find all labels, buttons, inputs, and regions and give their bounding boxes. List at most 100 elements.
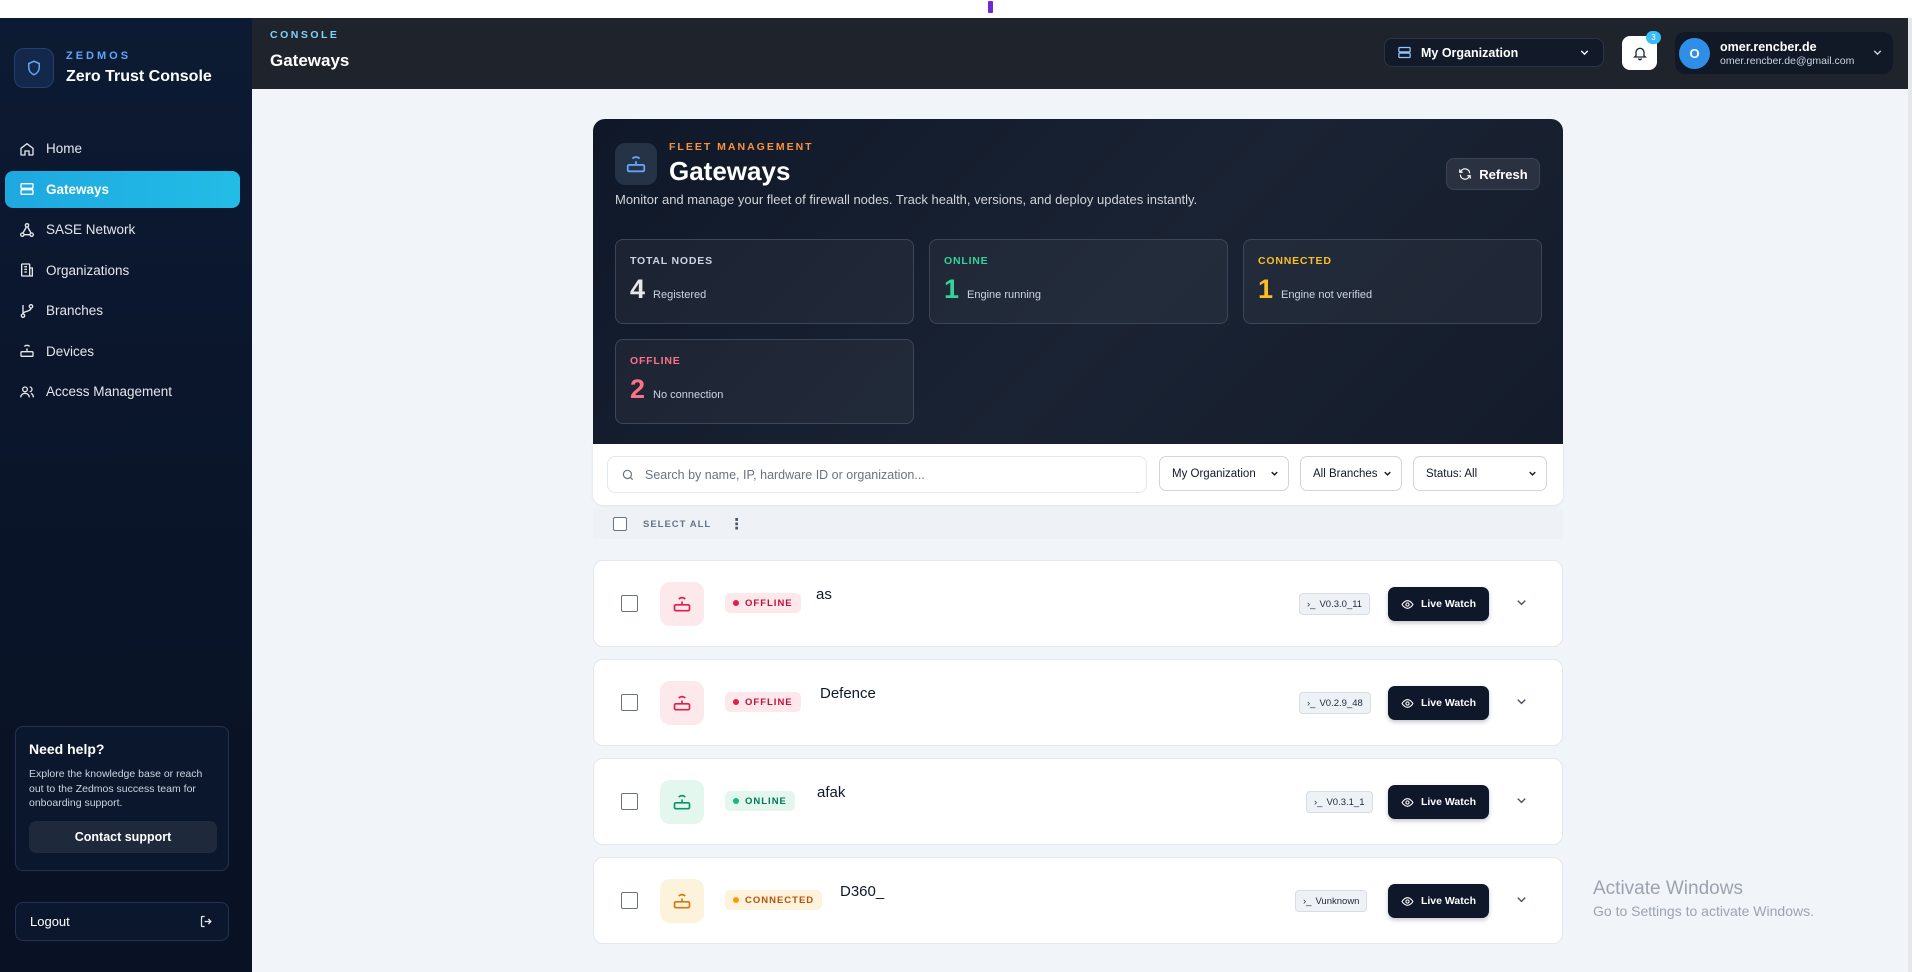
terminal-icon: ›_ [1314, 796, 1323, 808]
sidebar-item-label: Devices [46, 343, 95, 359]
chevron-down-icon[interactable] [1514, 892, 1529, 907]
git-branch-icon [20, 303, 34, 318]
stat-value: 1 [1258, 274, 1274, 304]
server-icon [20, 183, 34, 195]
select-all-checkbox[interactable] [613, 517, 627, 531]
gateway-row[interactable]: OFFLINE Defence ›_ V0.2.9_48 Live Watch [593, 659, 1563, 746]
notifications-button[interactable]: 3 [1622, 31, 1661, 70]
gateway-name[interactable]: Defence [820, 685, 876, 702]
router-icon [660, 780, 704, 824]
search-icon [622, 469, 634, 480]
sidebar-item-label: Access Management [46, 384, 173, 399]
terminal-icon: ›_ [1307, 697, 1316, 709]
logout-label: Logout [30, 914, 70, 929]
users-icon [20, 385, 34, 397]
organization-name: My Organization [1421, 45, 1519, 60]
chevron-down-icon [1580, 50, 1589, 56]
status-filter-value: Status: All [1426, 467, 1478, 480]
user-email: omer.rencber.de@gmail.com [1720, 54, 1855, 67]
bell-icon [1632, 47, 1647, 61]
row-checkbox[interactable] [621, 694, 638, 711]
search-box[interactable] [607, 456, 1147, 493]
live-watch-button[interactable]: Live Watch [1388, 686, 1489, 720]
sidebar-item-devices[interactable]: Devices [5, 333, 240, 370]
user-name: omer.rencber.de [1720, 39, 1817, 54]
brand[interactable]: ZEDMOS Zero Trust Console [14, 48, 212, 88]
shield-icon [14, 48, 54, 88]
live-watch-label: Live Watch [1420, 598, 1477, 610]
logout-button[interactable]: Logout [15, 902, 229, 941]
contact-support-button[interactable]: Contact support [29, 820, 217, 853]
sidebar-item-home[interactable]: Home [5, 130, 240, 167]
sidebar-item-access-management[interactable]: Access Management [5, 373, 240, 410]
branch-filter[interactable]: All Branches [1300, 456, 1402, 491]
eye-icon [1401, 797, 1414, 807]
stat-caption: Registered [653, 289, 707, 301]
live-watch-button[interactable]: Live Watch [1388, 587, 1489, 621]
sidebar-item-label: Gateways [46, 181, 110, 197]
row-checkbox[interactable] [621, 793, 638, 810]
router-icon [660, 681, 704, 725]
bulk-select-bar: SELECT ALL ⋮ [593, 509, 1563, 539]
top-header: CONSOLE Gateways My Organization 3 O ome… [252, 18, 1908, 89]
brand-title: Zero Trust Console [66, 68, 212, 85]
activate-windows-watermark: Activate Windows Go to Settings to activ… [1593, 878, 1814, 919]
chevron-down-icon[interactable] [1514, 694, 1529, 709]
terminal-icon: ›_ [1303, 895, 1312, 907]
user-menu[interactable]: O omer.rencber.de omer.rencber.de@gmail.… [1675, 32, 1893, 74]
sidebar-item-gateways[interactable]: Gateways [5, 170, 240, 208]
status-badge: CONNECTED [725, 890, 823, 910]
server-icon [1398, 46, 1411, 59]
version-label: V0.2.9_48 [1319, 697, 1363, 709]
live-watch-button[interactable]: Live Watch [1388, 785, 1489, 819]
gateway-row[interactable]: OFFLINE as ›_ V0.3.0_11 Live Watch [593, 560, 1563, 647]
more-vertical-icon[interactable]: ⋮ [729, 515, 744, 533]
stat-label: TOTAL NODES [630, 255, 713, 267]
help-title: Need help? [29, 741, 105, 757]
status-badge-label: CONNECTED [745, 894, 815, 906]
version-label: V0.3.1_1 [1326, 796, 1365, 808]
gateway-row[interactable]: CONNECTED D360_ ›_ Vunknown Live Watch [593, 857, 1563, 944]
chevron-down-icon [1384, 471, 1391, 476]
cursor-marker [988, 1, 993, 13]
chevron-down-icon [1271, 471, 1278, 476]
refresh-button[interactable]: Refresh [1446, 158, 1540, 190]
row-checkbox[interactable] [621, 595, 638, 612]
stat-card-online: ONLINE 1 Engine running [929, 239, 1228, 324]
sidebar-item-branches[interactable]: Branches [5, 292, 240, 329]
building-icon [21, 263, 33, 277]
row-checkbox[interactable] [621, 892, 638, 909]
hero-kicker: FLEET MANAGEMENT [669, 141, 814, 153]
help-card: Need help? Explore the knowledge base or… [15, 726, 229, 871]
search-input[interactable] [645, 467, 1125, 482]
status-filter[interactable]: Status: All [1413, 456, 1547, 491]
gateway-row[interactable]: ONLINE afak ›_ V0.3.1_1 Live Watch [593, 758, 1563, 845]
live-watch-label: Live Watch [1420, 895, 1477, 907]
stat-caption: Engine running [967, 289, 1042, 301]
sidebar-nav: Home Gateways SASE Network Organizations… [5, 130, 240, 414]
terminal-icon: ›_ [1307, 598, 1316, 610]
stat-value: 1 [944, 274, 960, 304]
chevron-down-icon[interactable] [1514, 793, 1529, 808]
status-badge: OFFLINE [725, 692, 801, 712]
version-tag: ›_ V0.3.1_1 [1306, 791, 1373, 813]
live-watch-label: Live Watch [1420, 796, 1477, 808]
sidebar-item-sase-network[interactable]: SASE Network [5, 211, 240, 248]
gateway-name[interactable]: afak [817, 784, 845, 801]
live-watch-button[interactable]: Live Watch [1388, 884, 1489, 918]
sidebar-item-organizations[interactable]: Organizations [5, 252, 240, 289]
stat-label: CONNECTED [1258, 255, 1332, 267]
hero-title: Gateways [669, 156, 791, 186]
avatar: O [1679, 37, 1710, 69]
gateway-name[interactable]: D360_ [840, 883, 884, 900]
gateway-name[interactable]: as [816, 586, 832, 603]
organization-filter[interactable]: My Organization [1159, 456, 1289, 491]
router-icon [615, 143, 657, 185]
organization-switcher[interactable]: My Organization [1384, 38, 1604, 67]
router-icon [660, 879, 704, 923]
logout-icon [200, 915, 212, 928]
chevron-down-icon[interactable] [1514, 595, 1529, 610]
stat-value: 4 [630, 274, 646, 304]
live-watch-label: Live Watch [1420, 697, 1477, 709]
page-scrollbar[interactable] [1908, 18, 1912, 972]
